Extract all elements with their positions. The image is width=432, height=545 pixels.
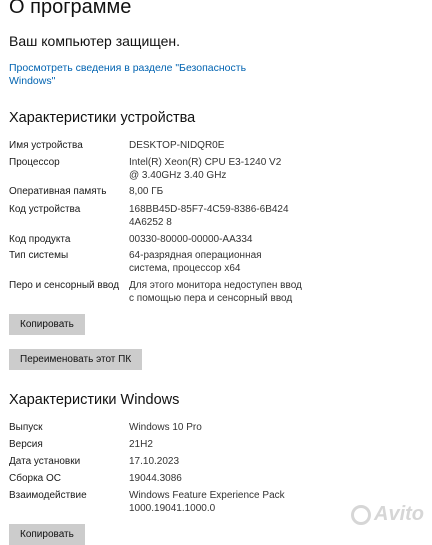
avito-logo-icon (351, 504, 371, 525)
spec-value: 17.10.2023 (129, 456, 180, 467)
spec-label: Код продукта (9, 234, 71, 245)
copy-device-specs-button[interactable]: Копировать (9, 314, 85, 335)
page-title: О программе (9, 0, 132, 18)
spec-label: Оперативная память (9, 186, 107, 197)
device-specs-heading: Характеристики устройства (9, 110, 196, 126)
spec-label: Версия (9, 439, 43, 450)
spec-value: Windows 10 Pro (129, 422, 202, 433)
copy-windows-specs-button[interactable]: Копировать (9, 524, 85, 545)
spec-value: 168BB45D-85F7-4C59-8386-6B4244A6252 8 (129, 204, 289, 228)
spec-value: Intel(R) Xeon(R) CPU E3-1240 V2 @ 3.40GH… (129, 157, 282, 181)
rename-pc-button[interactable]: Переименовать этот ПК (9, 349, 143, 370)
spec-value: Для этого монитора недоступен ввод с пом… (129, 280, 302, 304)
spec-label: Дата установки (9, 456, 81, 467)
spec-label: Выпуск (9, 422, 43, 433)
windows-specs-heading: Характеристики Windows (9, 392, 180, 408)
spec-value: 8,00 ГБ (129, 186, 164, 197)
spec-value: 00330-80000-00000-AA334 (129, 234, 253, 245)
spec-label: Сборка ОС (9, 473, 62, 484)
spec-value: 21H2 (129, 439, 153, 450)
spec-label: Перо и сенсорный ввод (9, 280, 120, 291)
protection-status: Ваш компьютер защищен. (9, 33, 181, 49)
spec-label: Взаимодействие (9, 490, 87, 501)
spec-value: 19044.3086 (129, 473, 182, 484)
spec-label: Процессор (9, 157, 60, 168)
spec-value: DESKTOP-NIDQR0E (129, 140, 225, 151)
avito-watermark: Avito (351, 503, 424, 526)
spec-value: 64-разрядная операционная система, проце… (129, 250, 262, 274)
spec-value: Windows Feature Experience Pack 1000.190… (129, 490, 285, 514)
spec-label: Код устройства (9, 204, 81, 215)
spec-label: Тип системы (9, 250, 69, 261)
security-link[interactable]: Просмотреть сведения в разделе "Безопасн… (9, 62, 269, 88)
spec-label: Имя устройства (9, 140, 83, 151)
watermark-text: Avito (374, 503, 424, 525)
